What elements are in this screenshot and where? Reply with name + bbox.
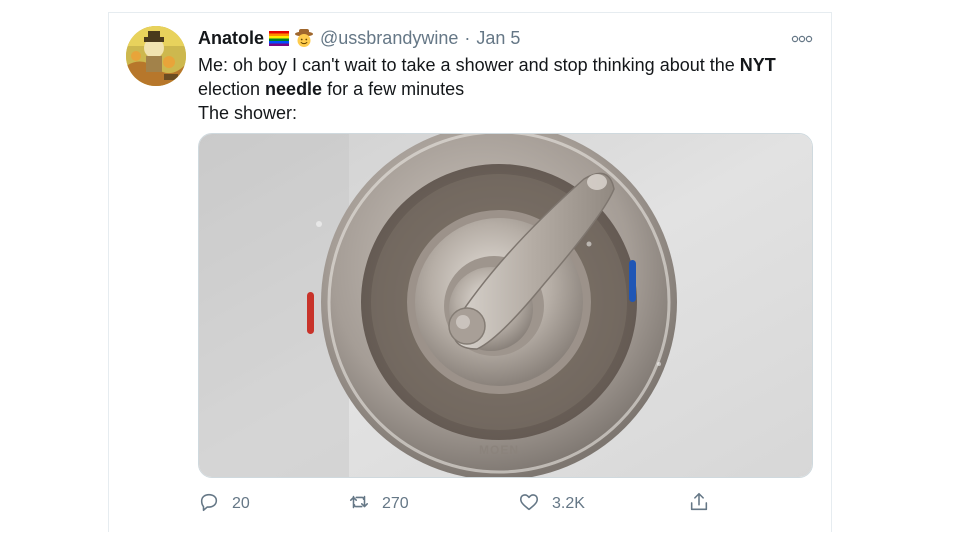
reply-count: 20: [232, 495, 250, 512]
rainbow-flag-icon: [269, 28, 290, 48]
retweet-button[interactable]: 270: [348, 491, 409, 517]
retweet-count: 270: [382, 495, 409, 512]
media-brand-label: MOEN: [479, 443, 519, 457]
display-name[interactable]: Anatole: [198, 28, 264, 49]
reply-button[interactable]: 20: [198, 491, 250, 517]
like-button[interactable]: 3.2K: [518, 491, 585, 517]
tweet-text-line-2: election needle for a few minutes: [198, 77, 818, 101]
tweet-text: Me: oh boy I can't wait to take a shower…: [198, 53, 818, 125]
share-button[interactable]: [688, 491, 710, 517]
tweet-text-segment: election: [198, 79, 266, 99]
tweet-media-photo[interactable]: MOEN: [198, 133, 813, 478]
cowboy-face-icon: [294, 28, 314, 48]
tweet-text-bold-nyt: NYT: [739, 55, 776, 75]
heart-icon: [518, 491, 540, 518]
separator-dot: ·: [464, 27, 471, 48]
retweet-icon: [348, 491, 370, 518]
avatar[interactable]: [126, 26, 186, 86]
tweet-text-segment: Me: oh boy I can't wait to take a shower…: [198, 55, 740, 75]
like-count: 3.2K: [552, 495, 585, 512]
tweet-text-line-3: The shower:: [198, 103, 298, 123]
hot-indicator: [307, 292, 314, 334]
tweet-text-segment: for a few minutes: [322, 79, 465, 99]
share-icon: [688, 491, 710, 518]
shower-valve-photo: MOEN: [199, 134, 812, 477]
tweet-actions: 20 270 3.2K: [198, 491, 818, 517]
tweet-header: Anatole @ussbrandywine · Jan 5: [198, 27, 520, 49]
tweet-text-line-1: Me: oh boy I can't wait to take a shower…: [198, 53, 818, 77]
tweet-date[interactable]: Jan 5: [476, 28, 520, 49]
reply-icon: [198, 491, 220, 518]
handle[interactable]: @ussbrandywine: [320, 28, 458, 49]
tweet-card[interactable]: Anatole @ussbrandywine · Jan 5 Me: oh bo…: [108, 12, 832, 532]
tweet-text-bold-needle: needle: [265, 79, 323, 99]
cold-indicator: [629, 260, 636, 302]
avatar-image: [126, 26, 186, 86]
more-options-icon[interactable]: [791, 31, 813, 43]
